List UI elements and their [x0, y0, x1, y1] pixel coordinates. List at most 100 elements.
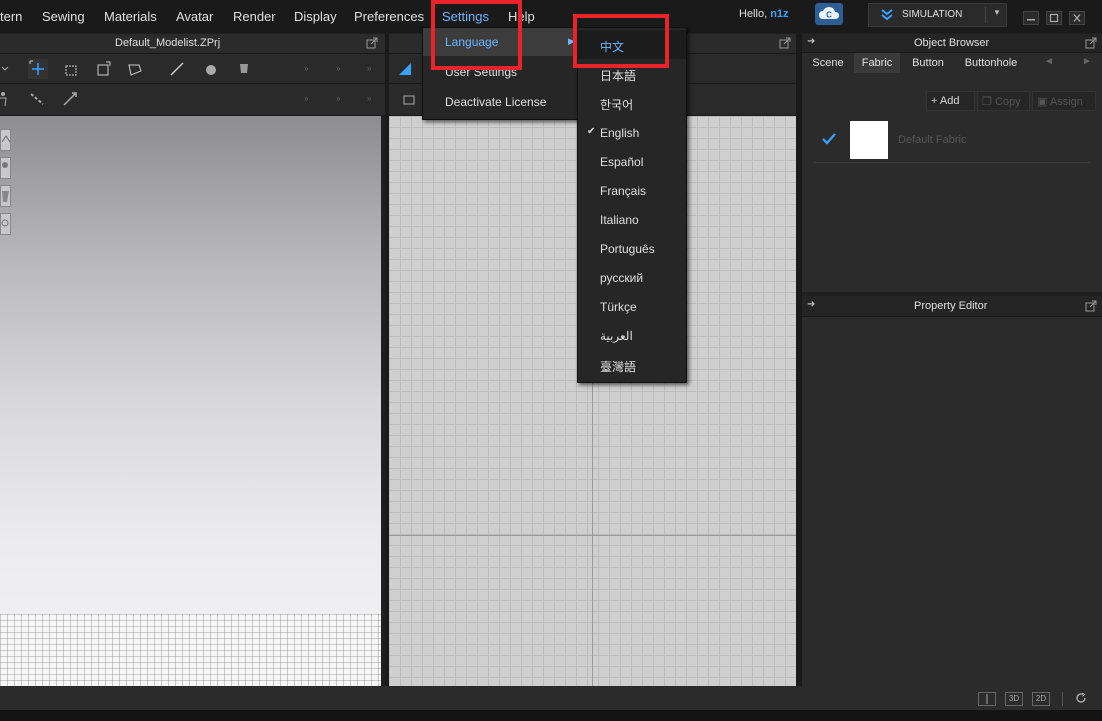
language-option-french[interactable]: Français: [578, 176, 686, 205]
property-editor-title: Property Editor: [914, 300, 988, 312]
toolbar-overflow-icon[interactable]: »: [336, 94, 340, 103]
popout-icon[interactable]: [366, 37, 378, 49]
language-option-taiwanese[interactable]: 臺灣語: [578, 350, 686, 379]
tab-button[interactable]: Button: [903, 53, 953, 73]
horizontal-axis: [389, 535, 796, 536]
select-tool[interactable]: [397, 59, 417, 79]
property-editor-panel: ➜ Property Editor: [802, 296, 1102, 686]
project-title: Default_Modelist.ZPrj: [115, 37, 221, 49]
maximize-button[interactable]: [1046, 11, 1062, 25]
select-move-tool[interactable]: [28, 59, 48, 79]
menu-materials[interactable]: Materials: [104, 9, 157, 24]
settings-dropdown-menu: Language ▶ User Settings Deactivate Lice…: [422, 27, 580, 120]
viewport-3d[interactable]: [0, 116, 381, 686]
transform-tool[interactable]: [93, 59, 113, 79]
tab-scroll-left-icon[interactable]: ◄: [1044, 56, 1054, 67]
box-select-tool[interactable]: [60, 59, 80, 79]
username[interactable]: n1z: [770, 8, 788, 20]
language-option-japanese[interactable]: 日本語: [578, 59, 686, 88]
split-view-icon: [986, 694, 988, 704]
menu-preferences[interactable]: Preferences: [354, 9, 424, 24]
checkmark-icon[interactable]: [822, 133, 836, 145]
language-option-portuguese[interactable]: Português: [578, 234, 686, 263]
toolbar-overflow-icon[interactable]: »: [304, 94, 308, 103]
panel-arrow-icon[interactable]: ➜: [807, 299, 815, 310]
language-submenu: 中文 日本語 한국어 ✔ English Español Français It…: [577, 27, 687, 383]
language-option-spanish[interactable]: Español: [578, 147, 686, 176]
language-option-turkish[interactable]: Türkçe: [578, 292, 686, 321]
fold-tool[interactable]: [125, 59, 145, 79]
toolbar-overflow-icon[interactable]: »: [367, 64, 371, 73]
tab-scene[interactable]: Scene: [805, 53, 851, 73]
tab-buttonhole[interactable]: Buttonhole: [956, 53, 1026, 73]
menu-item-user-settings[interactable]: User Settings: [423, 58, 579, 86]
language-option-english[interactable]: ✔ English: [578, 118, 686, 147]
tack-tool[interactable]: [201, 59, 221, 79]
menu-pattern[interactable]: tern: [0, 9, 22, 24]
fabric-list-item[interactable]: Default Fabric: [814, 118, 1090, 163]
bottom-strip: [0, 710, 1102, 721]
toolbar-overflow-icon[interactable]: »: [367, 94, 371, 103]
dropdown-arrow-icon[interactable]: ▼: [993, 8, 1001, 17]
fold-icon: [128, 64, 142, 76]
needle-tool[interactable]: [167, 59, 187, 79]
fabric-swatch: [850, 121, 888, 159]
add-button[interactable]: + Add: [926, 91, 975, 111]
menu-avatar[interactable]: Avatar: [176, 9, 213, 24]
refresh-button[interactable]: [1073, 692, 1089, 706]
view-garment-button[interactable]: [0, 185, 11, 207]
menu-render[interactable]: Render: [233, 9, 276, 24]
minimize-icon: [1027, 19, 1035, 21]
simulation-mode-selector[interactable]: SIMULATION ▼: [868, 3, 1007, 27]
menu-settings[interactable]: Settings: [442, 9, 489, 24]
tab-fabric[interactable]: Fabric: [854, 53, 900, 73]
panel-arrow-icon[interactable]: ➜: [807, 36, 815, 47]
menu-display[interactable]: Display: [294, 9, 337, 24]
toolbar-overflow-icon[interactable]: »: [336, 64, 340, 73]
avatar-icon: [2, 162, 8, 168]
language-option-russian[interactable]: русский: [578, 263, 686, 292]
select-cross-icon: [29, 60, 44, 75]
sew-tool[interactable]: [28, 89, 48, 109]
language-option-korean[interactable]: 한국어: [578, 88, 686, 117]
divider: [985, 7, 986, 23]
popout-icon[interactable]: [1085, 300, 1097, 312]
dropdown-tool[interactable]: [0, 59, 20, 79]
popout-icon[interactable]: [1085, 37, 1097, 49]
menu-help[interactable]: Help: [508, 9, 535, 24]
cloud-button[interactable]: C: [815, 3, 843, 25]
chevron-double-down-icon: [881, 9, 893, 21]
view-2d-button[interactable]: 2D: [1032, 692, 1050, 706]
view3d-toolbar-row2: » » »: [0, 84, 385, 116]
minimize-button[interactable]: [1023, 11, 1039, 25]
view-front-button[interactable]: [0, 129, 11, 151]
zoom-button[interactable]: [0, 213, 11, 235]
copy-button[interactable]: ❐ Copy: [977, 91, 1030, 111]
object-browser-header: ➜ Object Browser: [802, 34, 1102, 53]
menu-item-deactivate-license[interactable]: Deactivate License: [423, 88, 579, 116]
view-3d-button[interactable]: 3D: [1005, 692, 1023, 706]
toolbar-overflow-icon[interactable]: »: [304, 64, 308, 73]
split-view-button[interactable]: [978, 692, 996, 706]
pin-tool[interactable]: [234, 59, 254, 79]
garment-icon: [2, 191, 9, 202]
vertical-axis: [592, 378, 593, 686]
language-option-arabic[interactable]: العربية: [578, 321, 686, 350]
tab-scroll-right-icon[interactable]: ►: [1082, 56, 1092, 67]
language-option-italian[interactable]: Italiano: [578, 205, 686, 234]
arrange-tool[interactable]: [60, 89, 80, 109]
avatar-tool[interactable]: [0, 89, 20, 109]
arrange-icon: [63, 92, 77, 106]
close-button[interactable]: [1069, 11, 1085, 25]
box-select-icon: [65, 65, 77, 76]
popout-icon[interactable]: [779, 37, 791, 49]
avatar-icon: [0, 92, 7, 107]
menu-sewing[interactable]: Sewing: [42, 9, 85, 24]
transform-icon: [97, 61, 111, 76]
needle-icon: [170, 62, 184, 76]
menu-item-language[interactable]: Language ▶: [423, 28, 579, 56]
segment-tool[interactable]: [401, 90, 421, 110]
assign-button[interactable]: ▣ Assign: [1032, 91, 1096, 111]
view-avatar-button[interactable]: [0, 157, 11, 179]
language-option-chinese[interactable]: 中文: [578, 30, 686, 59]
